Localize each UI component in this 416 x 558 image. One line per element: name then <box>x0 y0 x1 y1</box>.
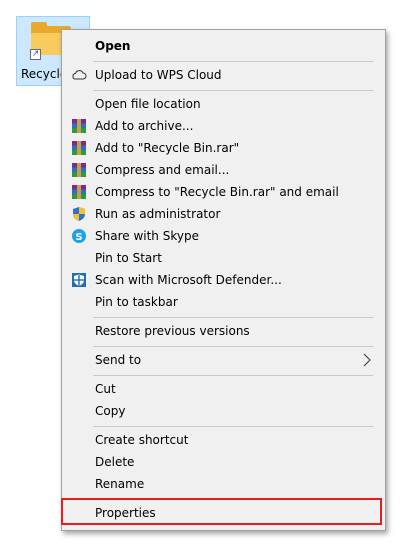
context-menu: Open Upload to WPS Cloud Open file locat… <box>61 29 386 531</box>
cloud-icon <box>72 70 87 80</box>
menu-separator <box>93 90 373 91</box>
shield-icon <box>73 207 85 221</box>
menu-item-copy[interactable]: Copy <box>64 400 383 422</box>
menu-separator <box>93 426 373 427</box>
menu-item-share-skype[interactable]: S Share with Skype <box>64 225 383 247</box>
menu-item-label: Upload to WPS Cloud <box>95 68 222 82</box>
winrar-icon <box>72 141 86 155</box>
menu-item-delete[interactable]: Delete <box>64 451 383 473</box>
defender-icon <box>72 273 86 287</box>
menu-item-create-shortcut[interactable]: Create shortcut <box>64 429 383 451</box>
menu-item-label: Delete <box>95 455 135 469</box>
menu-item-scan-defender[interactable]: Scan with Microsoft Defender... <box>64 269 383 291</box>
menu-item-open-file-location[interactable]: Open file location <box>64 93 383 115</box>
menu-item-label: Open file location <box>95 97 201 111</box>
menu-item-label: Compress to "Recycle Bin.rar" and email <box>95 185 339 199</box>
menu-item-label: Cut <box>95 382 116 396</box>
menu-item-restore-versions[interactable]: Restore previous versions <box>64 320 383 342</box>
menu-item-upload-wps[interactable]: Upload to WPS Cloud <box>64 64 383 86</box>
menu-item-label: Pin to Start <box>95 251 162 265</box>
menu-item-label: Create shortcut <box>95 433 189 447</box>
menu-item-label: Add to archive... <box>95 119 194 133</box>
menu-item-pin-start[interactable]: Pin to Start <box>64 247 383 269</box>
menu-item-label: Run as administrator <box>95 207 221 221</box>
menu-item-run-admin[interactable]: Run as administrator <box>64 203 383 225</box>
skype-icon: S <box>72 229 86 243</box>
properties-highlight-box <box>61 498 382 525</box>
menu-separator <box>93 375 373 376</box>
menu-item-add-archive[interactable]: Add to archive... <box>64 115 383 137</box>
menu-item-label: Pin to taskbar <box>95 295 178 309</box>
menu-separator <box>93 317 373 318</box>
menu-item-rename[interactable]: Rename <box>64 473 383 495</box>
chevron-right-icon <box>363 353 371 367</box>
menu-item-label: Rename <box>95 477 145 491</box>
menu-item-add-rar[interactable]: Add to "Recycle Bin.rar" <box>64 137 383 159</box>
svg-text:S: S <box>75 232 82 243</box>
shortcut-arrow-icon: ↗ <box>30 49 41 60</box>
menu-item-label: Scan with Microsoft Defender... <box>95 273 282 287</box>
menu-item-label: Send to <box>95 353 142 367</box>
winrar-icon <box>72 163 86 177</box>
menu-item-cut[interactable]: Cut <box>64 378 383 400</box>
menu-separator <box>93 346 373 347</box>
winrar-icon <box>72 185 86 199</box>
menu-item-label: Compress and email... <box>95 163 230 177</box>
menu-item-label: Copy <box>95 404 126 418</box>
menu-item-label: Restore previous versions <box>95 324 250 338</box>
menu-item-open[interactable]: Open <box>64 35 383 57</box>
menu-item-label: Open <box>95 39 131 53</box>
menu-item-compress-email[interactable]: Compress and email... <box>64 159 383 181</box>
menu-separator <box>93 61 373 62</box>
menu-item-pin-taskbar[interactable]: Pin to taskbar <box>64 291 383 313</box>
menu-item-send-to[interactable]: Send to <box>64 349 383 371</box>
menu-item-label: Share with Skype <box>95 229 199 243</box>
menu-item-label: Add to "Recycle Bin.rar" <box>95 141 240 155</box>
menu-item-compress-rar-email[interactable]: Compress to "Recycle Bin.rar" and email <box>64 181 383 203</box>
winrar-icon <box>72 119 86 133</box>
